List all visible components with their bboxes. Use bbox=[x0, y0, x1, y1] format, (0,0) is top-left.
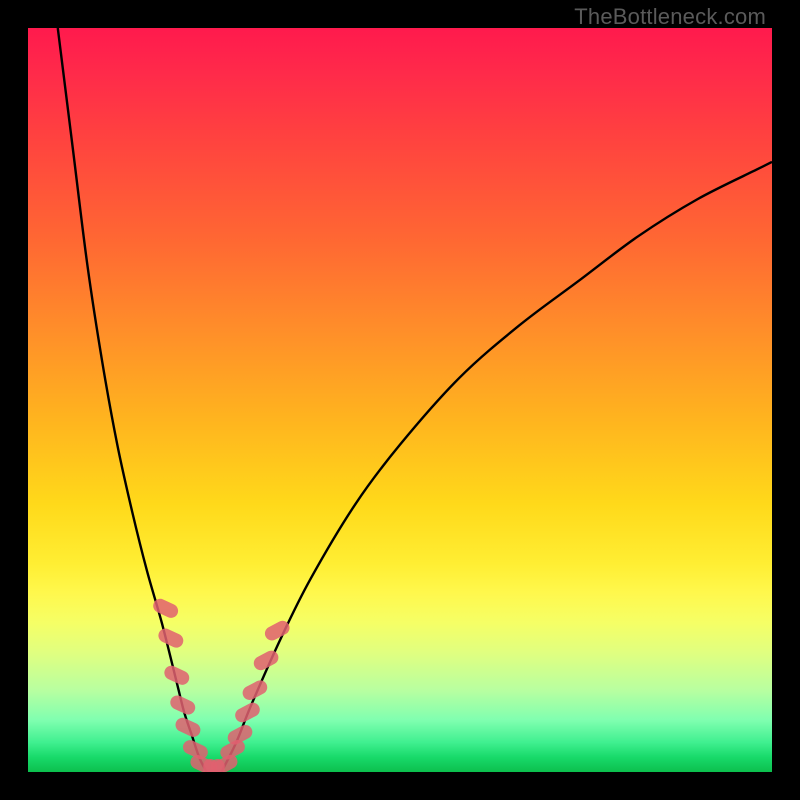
marker-point bbox=[233, 700, 263, 725]
marker-point bbox=[156, 626, 185, 650]
curve-layer bbox=[58, 28, 772, 772]
plot-area bbox=[28, 28, 772, 772]
chart-svg bbox=[28, 28, 772, 772]
series-left-curve bbox=[58, 28, 207, 772]
marker-point bbox=[168, 693, 197, 717]
watermark: TheBottleneck.com bbox=[574, 4, 766, 30]
marker-point bbox=[173, 716, 202, 740]
series-right-curve bbox=[221, 162, 772, 772]
marker-layer bbox=[151, 596, 292, 772]
chart-frame bbox=[28, 28, 772, 772]
